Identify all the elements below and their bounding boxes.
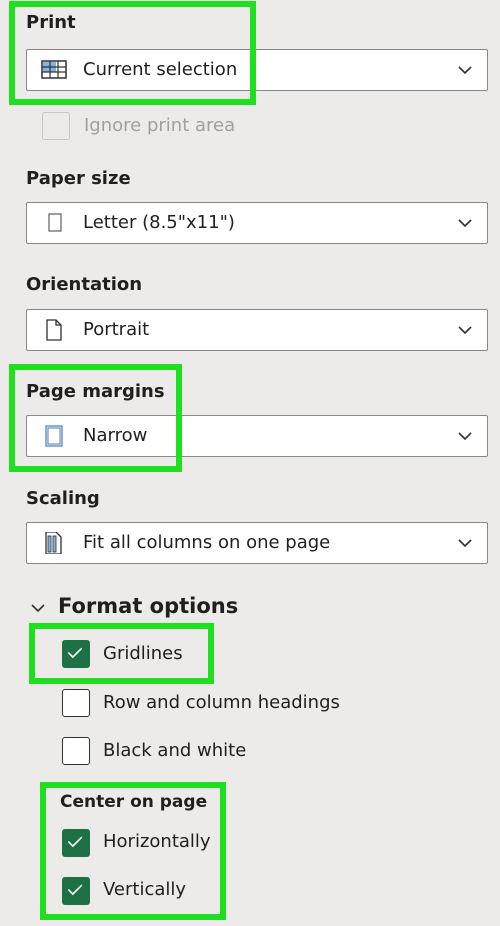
horizontally-label: Horizontally bbox=[103, 831, 211, 852]
paper-size-label: Paper size bbox=[26, 168, 131, 189]
row-column-headings-label: Row and column headings bbox=[103, 692, 340, 713]
scaling-value: Fit all columns on one page bbox=[83, 532, 331, 553]
black-and-white-label: Black and white bbox=[103, 740, 247, 761]
gridlines-checkbox[interactable] bbox=[62, 640, 90, 668]
page-margins-value: Narrow bbox=[83, 425, 148, 446]
checkmark-icon bbox=[67, 884, 83, 896]
checkmark-icon bbox=[67, 647, 83, 659]
ignore-print-area-label: Ignore print area bbox=[84, 115, 236, 136]
narrow-margins-icon bbox=[45, 425, 63, 447]
checkmark-icon bbox=[67, 836, 83, 848]
chevron-down-icon bbox=[458, 539, 472, 548]
print-label: Print bbox=[26, 12, 76, 33]
table-selection-icon bbox=[41, 60, 67, 79]
chevron-down-icon bbox=[458, 66, 472, 75]
black-and-white-checkbox[interactable] bbox=[62, 737, 90, 765]
vertically-label: Vertically bbox=[103, 879, 187, 900]
scaling-dropdown[interactable]: Fit all columns on one page bbox=[26, 522, 488, 564]
print-value: Current selection bbox=[83, 59, 238, 80]
portrait-page-icon bbox=[46, 319, 62, 341]
format-options-heading[interactable]: Format options bbox=[58, 594, 238, 618]
center-on-page-heading: Center on page bbox=[60, 792, 208, 812]
scaling-label: Scaling bbox=[26, 488, 100, 509]
ignore-print-area-checkbox[interactable] bbox=[42, 112, 70, 140]
chevron-down-icon bbox=[458, 326, 472, 335]
orientation-value: Portrait bbox=[83, 319, 150, 340]
horizontally-checkbox[interactable] bbox=[62, 829, 90, 857]
print-dropdown[interactable]: Current selection bbox=[26, 49, 488, 91]
orientation-label: Orientation bbox=[26, 274, 143, 295]
page-margins-dropdown[interactable]: Narrow bbox=[26, 415, 488, 457]
fit-columns-icon bbox=[45, 532, 62, 554]
vertically-checkbox[interactable] bbox=[62, 877, 90, 905]
paper-size-value: Letter (8.5"x11") bbox=[83, 212, 235, 233]
page-icon bbox=[48, 213, 62, 232]
row-column-headings-checkbox[interactable] bbox=[62, 689, 90, 717]
paper-size-dropdown[interactable]: Letter (8.5"x11") bbox=[26, 202, 488, 244]
gridlines-label: Gridlines bbox=[103, 643, 183, 664]
page-margins-label: Page margins bbox=[26, 381, 165, 402]
orientation-dropdown[interactable]: Portrait bbox=[26, 309, 488, 351]
chevron-down-icon[interactable] bbox=[30, 600, 46, 616]
chevron-down-icon bbox=[458, 432, 472, 441]
chevron-down-icon bbox=[458, 219, 472, 228]
